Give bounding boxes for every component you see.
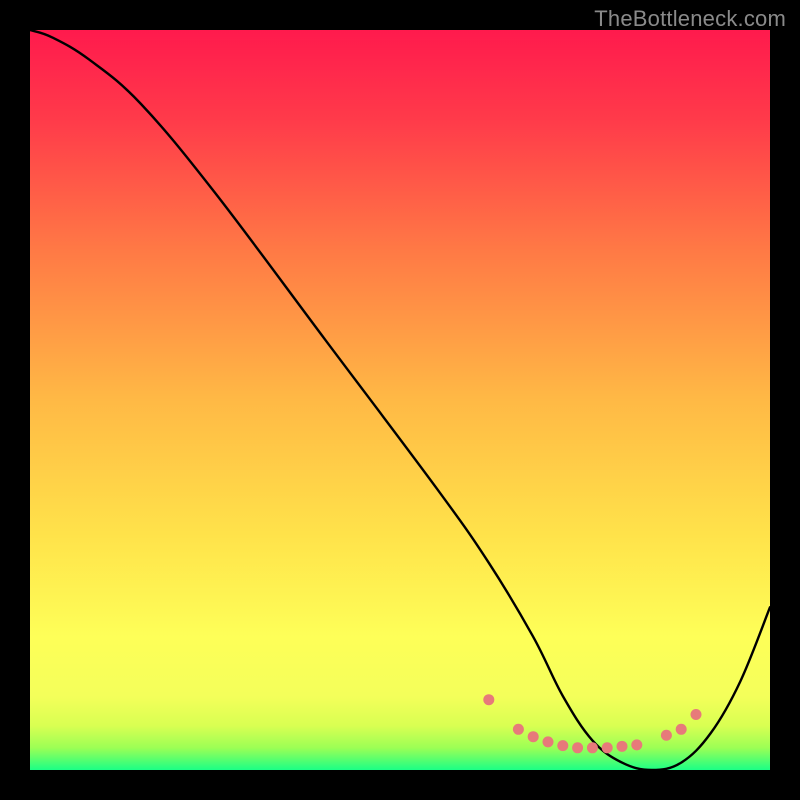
- watermark-text: TheBottleneck.com: [594, 6, 786, 32]
- scatter-dot: [661, 730, 672, 741]
- scatter-dot: [587, 742, 598, 753]
- scatter-dot: [617, 741, 628, 752]
- scatter-dot: [513, 724, 524, 735]
- scatter-dot: [528, 731, 539, 742]
- scatter-dot: [557, 740, 568, 751]
- scatter-dot: [543, 736, 554, 747]
- scatter-dot: [602, 742, 613, 753]
- scatter-dot: [483, 694, 494, 705]
- scatter-dot: [572, 742, 583, 753]
- bottleneck-chart: [30, 30, 770, 770]
- scatter-dot: [676, 724, 687, 735]
- scatter-dot: [691, 709, 702, 720]
- scatter-dot: [631, 739, 642, 750]
- frame: TheBottleneck.com: [0, 0, 800, 800]
- gradient-background: [30, 30, 770, 770]
